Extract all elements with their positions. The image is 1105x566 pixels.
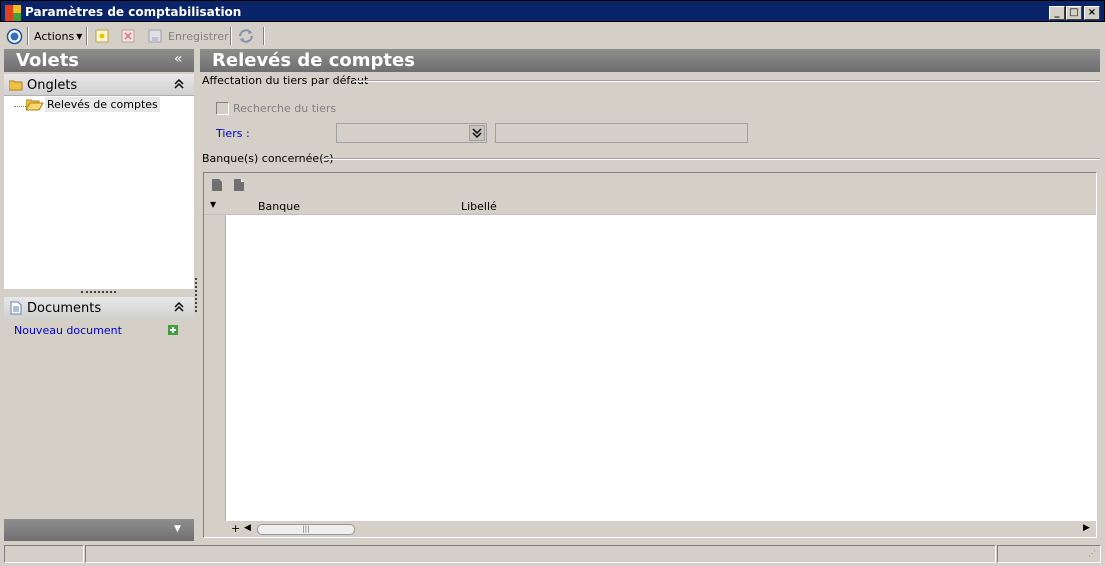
onglets-tree: Relevés de comptes bbox=[4, 96, 194, 289]
toolbar-separator bbox=[230, 27, 232, 45]
scrollbar-thumb[interactable]: ||| bbox=[257, 524, 355, 535]
search-tiers-checkbox[interactable] bbox=[216, 102, 229, 115]
tiers-text-field[interactable] bbox=[495, 123, 748, 143]
save-label: Enregistrer bbox=[168, 29, 229, 43]
onglets-section-header[interactable]: Onglets bbox=[4, 74, 194, 96]
open-folder-icon bbox=[25, 98, 44, 115]
panel-footer: ▼ bbox=[4, 519, 194, 541]
add-row-icon[interactable] bbox=[211, 178, 223, 195]
column-header-banque[interactable]: Banque bbox=[258, 200, 300, 213]
status-bar: ⋰ bbox=[0, 543, 1105, 566]
resize-grip-icon[interactable]: ⋰ bbox=[1088, 549, 1096, 558]
status-panel bbox=[997, 545, 1101, 563]
column-header-libelle[interactable]: Libellé bbox=[461, 200, 497, 213]
dropdown-arrow-icon: ▼ bbox=[76, 31, 83, 41]
document-icon bbox=[10, 301, 22, 319]
chevron-down-icon[interactable]: ▼ bbox=[174, 524, 181, 534]
page-title: Relevés de comptes bbox=[212, 50, 415, 71]
delete-icon[interactable] bbox=[121, 27, 135, 45]
refresh-icon[interactable] bbox=[237, 27, 255, 45]
add-icon[interactable] bbox=[168, 325, 178, 338]
folder-icon bbox=[8, 79, 23, 95]
documents-section-header[interactable]: Documents bbox=[4, 297, 194, 319]
tiers-select[interactable] bbox=[336, 123, 487, 143]
window-titlebar: Paramètres de comptabilisation _ □ × bbox=[0, 0, 1105, 22]
tree-item-releves[interactable]: Relevés de comptes bbox=[45, 97, 160, 112]
collapse-up-icon[interactable] bbox=[174, 78, 184, 93]
volets-title: Volets bbox=[16, 50, 80, 71]
minimize-button[interactable]: _ bbox=[1049, 6, 1065, 20]
scroll-right-icon[interactable]: ▶ bbox=[1083, 523, 1090, 533]
actions-label: Actions bbox=[34, 29, 75, 43]
tiers-label: Tiers : bbox=[216, 127, 250, 140]
toolbar-separator bbox=[263, 27, 265, 45]
save-button[interactable]: Enregistrer bbox=[148, 27, 229, 45]
documents-body: Nouveau document bbox=[4, 319, 194, 518]
status-panel bbox=[85, 545, 996, 563]
volets-header: Volets « bbox=[4, 49, 194, 72]
collapse-panel-icon[interactable]: « bbox=[174, 51, 183, 67]
edit-row-icon[interactable] bbox=[233, 178, 245, 195]
new-document-link[interactable]: Nouveau document bbox=[14, 324, 122, 337]
documents-title: Documents bbox=[27, 301, 102, 316]
app-icon bbox=[5, 5, 21, 21]
close-button[interactable]: × bbox=[1084, 6, 1100, 20]
toolbar-separator bbox=[27, 27, 29, 45]
actions-menu-button[interactable]: Actions ▼ bbox=[34, 27, 82, 45]
banques-group-label: Banque(s) concernée(s) bbox=[202, 152, 334, 165]
group-divider bbox=[354, 80, 1100, 82]
status-panel bbox=[4, 545, 84, 563]
onglets-title: Onglets bbox=[27, 78, 78, 93]
new-icon[interactable] bbox=[95, 27, 109, 45]
vertical-splitter[interactable] bbox=[195, 278, 198, 312]
collapse-up-icon[interactable] bbox=[174, 301, 184, 317]
row-selector-column bbox=[204, 215, 226, 521]
scroll-left-icon[interactable]: ◀ bbox=[244, 523, 251, 533]
window-title: Paramètres de comptabilisation bbox=[25, 5, 242, 19]
nav-circle-icon[interactable] bbox=[6, 27, 23, 45]
row-selector-arrow-icon[interactable]: ▼ bbox=[210, 200, 216, 209]
horizontal-scrollbar[interactable]: + ◀ ||| ▶ bbox=[204, 521, 1096, 537]
maximize-button[interactable]: □ bbox=[1066, 6, 1082, 20]
toolbar: Actions ▼ Enregistrer bbox=[0, 24, 1105, 48]
grid-header-row: ▼ Banque Libellé bbox=[204, 197, 1096, 215]
add-row-plus-icon[interactable]: + bbox=[231, 522, 240, 535]
dropdown-chevron-icon[interactable] bbox=[469, 125, 485, 141]
affectation-group-label: Affectation du tiers par défaut bbox=[202, 74, 369, 87]
search-tiers-label: Recherche du tiers bbox=[233, 102, 337, 115]
group-divider bbox=[322, 158, 1100, 160]
grid-toolbar bbox=[204, 173, 1096, 197]
save-icon bbox=[148, 29, 162, 43]
banques-grid: ▼ Banque Libellé + ◀ ||| ▶ bbox=[203, 172, 1097, 538]
main-header: Relevés de comptes bbox=[200, 49, 1100, 72]
panel-splitter[interactable] bbox=[4, 289, 194, 296]
toolbar-separator bbox=[86, 27, 88, 45]
